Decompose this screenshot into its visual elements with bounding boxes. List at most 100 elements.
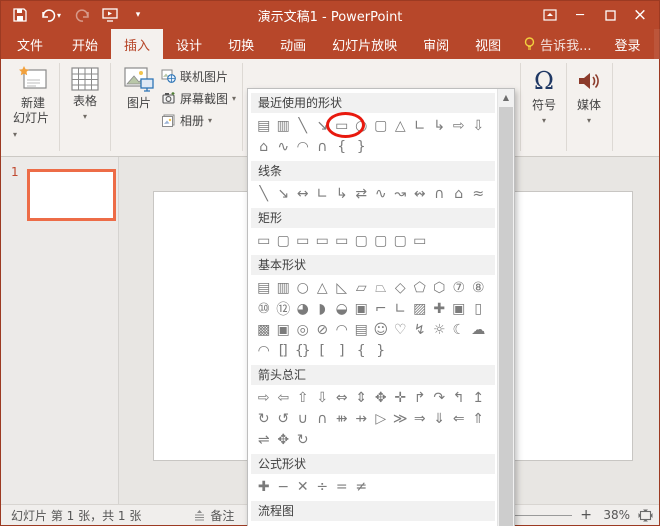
shape-vertical-text-box[interactable]: ▥ <box>273 277 293 298</box>
shape-round-same-side-corner-rectangle[interactable]: ▢ <box>370 230 390 251</box>
shape-line[interactable]: ╲ <box>253 183 273 204</box>
shape-elbow-double-arrow-connector[interactable]: ⇄ <box>351 183 371 204</box>
shape-quad-arrow[interactable]: ✥ <box>370 387 390 408</box>
shape-diagonal-stripe[interactable]: ▨ <box>409 298 429 319</box>
shape-chevron[interactable]: ≫ <box>390 408 410 429</box>
shape-hexagon[interactable]: ⬡ <box>429 277 449 298</box>
shape-elbow-connector[interactable]: ∟ <box>409 115 429 136</box>
shape-pentagon[interactable]: ▷ <box>370 408 390 429</box>
shape-cloud[interactable]: ☁ <box>468 319 488 340</box>
shape-half-frame[interactable]: ⌐ <box>370 298 390 319</box>
online-pictures-button[interactable]: 联机图片 <box>161 65 236 87</box>
shape-line[interactable]: ╲ <box>292 115 312 136</box>
shape-bent-arrow[interactable]: ↱ <box>409 387 429 408</box>
shape-down-arrow[interactable]: ⇩ <box>312 387 332 408</box>
shape-isosceles-triangle[interactable]: △ <box>312 277 332 298</box>
shape-heptagon[interactable]: ⑦ <box>448 277 468 298</box>
tab-slideshow[interactable]: 幻灯片放映 <box>319 29 410 59</box>
tab-file[interactable]: 文件 <box>1 29 59 59</box>
shape-bent-up-arrow[interactable]: ↥ <box>468 387 488 408</box>
shape-elbow-arrow-connector[interactable]: ↳ <box>331 183 351 204</box>
shape-curve[interactable]: ∩ <box>312 136 332 157</box>
shape-bevel[interactable]: ▣ <box>273 319 293 340</box>
shape-arc[interactable]: ◠ <box>253 340 273 361</box>
shape-not-equal[interactable]: ≠ <box>351 476 371 497</box>
shape-striped-right-arrow[interactable]: ⇻ <box>331 408 351 429</box>
shape-division[interactable]: ÷ <box>312 476 332 497</box>
shape-notched-right-arrow[interactable]: ⇸ <box>351 408 371 429</box>
shape-right-arrow[interactable]: ⇨ <box>253 387 273 408</box>
sign-in-button[interactable]: 登录 <box>602 29 654 59</box>
shape-curved-right-arrow[interactable]: ↻ <box>253 408 273 429</box>
shape-trapezoid[interactable]: ⏢ <box>370 277 390 298</box>
shape-right-triangle[interactable]: ◺ <box>331 277 351 298</box>
shape-block-arc[interactable]: ◠ <box>331 319 351 340</box>
shape-rounded-rectangle[interactable]: ▢ <box>273 230 293 251</box>
shape-lightning-bolt[interactable]: ↯ <box>409 319 429 340</box>
save-icon[interactable] <box>11 6 29 24</box>
shape-down-arrow[interactable]: ⇩ <box>468 115 488 136</box>
shape-left-right-up-arrow[interactable]: ✛ <box>390 387 410 408</box>
shape-curved-left-arrow[interactable]: ↺ <box>273 408 293 429</box>
shape-smiley-face[interactable]: ☺ <box>370 319 390 340</box>
media-button[interactable]: 媒体 ▾ <box>569 62 609 130</box>
shape-left-up-arrow[interactable]: ↰ <box>448 387 468 408</box>
shape-folded-corner[interactable]: ▤ <box>351 319 371 340</box>
shape-left-arrow-callout[interactable]: ⇐ <box>448 408 468 429</box>
tab-transitions[interactable]: 切换 <box>215 29 267 59</box>
shape-curved-down-arrow[interactable]: ∩ <box>312 408 332 429</box>
shape-curved-arrow-connector[interactable]: ↝ <box>390 183 410 204</box>
shape-circular-arrow[interactable]: ↻ <box>292 429 312 450</box>
table-button[interactable]: 表格 ▾ <box>63 62 107 126</box>
tab-insert[interactable]: 插入 <box>111 29 163 59</box>
shape-vertical-text-box[interactable]: ▥ <box>273 115 293 136</box>
shape-down-arrow-callout[interactable]: ⇓ <box>429 408 449 429</box>
shape-rectangle[interactable]: ▭ <box>253 230 273 251</box>
shape-decagon[interactable]: ⑩ <box>253 298 273 319</box>
screenshot-button[interactable]: 屏幕截图 ▾ <box>161 87 236 109</box>
ribbon-display-options-icon[interactable] <box>535 1 565 29</box>
shape-oval[interactable]: ○ <box>351 115 371 136</box>
shape-right-arrow[interactable]: ⇨ <box>448 115 468 136</box>
maximize-button[interactable] <box>595 1 625 29</box>
shape-round-diagonal-corner-rectangle[interactable]: ▢ <box>390 230 410 251</box>
shape-right-brace[interactable]: } <box>370 340 390 361</box>
shape-text-box[interactable]: ▤ <box>253 277 273 298</box>
share-button[interactable]: 共享 <box>654 29 660 59</box>
shape-oval[interactable]: ○ <box>292 277 312 298</box>
slide-thumbnail-1[interactable] <box>27 169 116 221</box>
shape-double-arrow[interactable]: ↔ <box>292 183 312 204</box>
shape-left-brace[interactable]: { <box>331 136 351 157</box>
shape-left-right-arrow[interactable]: ⇔ <box>331 387 351 408</box>
shape-scribble[interactable]: ≈ <box>468 183 488 204</box>
new-slide-button[interactable]: 新建 幻灯片 ▾ <box>9 62 57 144</box>
shape-line-arrow[interactable]: ↘ <box>312 115 332 136</box>
shape-heart[interactable]: ♡ <box>390 319 410 340</box>
shape-arrow[interactable]: ↘ <box>273 183 293 204</box>
tell-me-box[interactable]: 告诉我... <box>514 29 601 59</box>
shape-left-arrow[interactable]: ⇦ <box>273 387 293 408</box>
shape-u-turn-arrow[interactable]: ↷ <box>429 387 449 408</box>
menu-scrollbar[interactable]: ▲ <box>497 89 514 526</box>
shape-pie[interactable]: ◕ <box>292 298 312 319</box>
shape-scribble[interactable]: ∿ <box>273 136 293 157</box>
shape-moon[interactable]: ☾ <box>448 319 468 340</box>
shape-curved-double-arrow-connector[interactable]: ↭ <box>409 183 429 204</box>
shape-right-bracket[interactable]: ] <box>331 340 351 361</box>
picture-button[interactable]: 图片 <box>119 62 159 113</box>
shape-snip-and-round-single-corner-rectangle[interactable]: ▭ <box>409 230 429 251</box>
scrollbar-thumb[interactable] <box>499 107 513 526</box>
shape-l-shape[interactable]: ∟ <box>390 298 410 319</box>
shape-regular-pentagon[interactable]: ⬠ <box>409 277 429 298</box>
shape-curved-up-arrow[interactable]: ∪ <box>292 408 312 429</box>
shape-up-down-arrow[interactable]: ⇕ <box>351 387 371 408</box>
shape-donut[interactable]: ◎ <box>292 319 312 340</box>
tab-home[interactable]: 开始 <box>59 29 111 59</box>
tab-design[interactable]: 设计 <box>163 29 215 59</box>
shape-no-symbol[interactable]: ⊘ <box>312 319 332 340</box>
tab-review[interactable]: 审阅 <box>410 29 462 59</box>
shape-frame[interactable]: ▣ <box>351 298 371 319</box>
minimize-button[interactable]: ─ <box>565 1 595 29</box>
shape-double-brace[interactable]: {} <box>292 340 312 361</box>
shape-dodecagon[interactable]: ⑫ <box>273 298 293 319</box>
